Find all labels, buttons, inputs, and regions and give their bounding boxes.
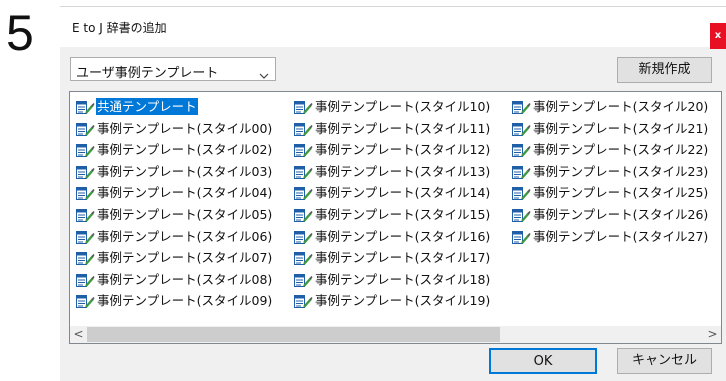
- dictionary-edit-icon: [76, 251, 95, 270]
- template-list[interactable]: 共通テンプレート事例テンプレート(スタイル00) 事例テンプレート(スタイル02)…: [69, 91, 722, 344]
- dictionary-edit-icon: [76, 294, 95, 313]
- dictionary-edit-icon: [76, 165, 95, 184]
- list-item-label: 事例テンプレート(スタイル13): [315, 163, 491, 179]
- list-item-label: 事例テンプレート(スタイル23): [533, 163, 709, 179]
- dictionary-edit-icon: [512, 186, 531, 205]
- dictionary-edit-icon: [512, 122, 531, 141]
- dictionary-edit-icon: [512, 208, 531, 227]
- step-number: 5: [6, 5, 34, 61]
- list-item-label: 事例テンプレート(スタイル20): [533, 99, 709, 114]
- dictionary-edit-icon: [76, 186, 95, 205]
- dictionary-edit-icon: [294, 251, 313, 270]
- dictionary-edit-icon: [76, 273, 95, 292]
- list-item-label: 事例テンプレート(スタイル03): [97, 163, 273, 179]
- dictionary-edit-icon: [512, 100, 531, 119]
- dictionary-edit-icon: [294, 294, 313, 313]
- dictionary-edit-icon: [512, 143, 531, 162]
- list-item-label: 事例テンプレート(スタイル06): [97, 228, 273, 244]
- list-item-label: 事例テンプレート(スタイル11): [315, 120, 491, 136]
- dictionary-edit-icon: [294, 273, 313, 292]
- list-item-label: 事例テンプレート(スタイル27): [533, 228, 709, 244]
- dictionary-edit-icon: [294, 143, 313, 162]
- scroll-right-arrow[interactable]: >: [704, 326, 721, 343]
- list-item-label: 事例テンプレート(スタイル17): [315, 250, 491, 266]
- list-item-label: 事例テンプレート(スタイル07): [97, 250, 273, 266]
- list-item-label: 事例テンプレート(スタイル15): [315, 206, 491, 222]
- list-item-label: 事例テンプレート(スタイル18): [315, 271, 491, 287]
- add-dictionary-dialog: E to J 辞書の追加 x ユーザ事例テンプレート 新規作成 共通テンプレート…: [60, 6, 726, 381]
- scrollbar-thumb[interactable]: [87, 327, 500, 342]
- cancel-button[interactable]: キャンセル: [617, 348, 712, 374]
- dictionary-edit-icon: [76, 122, 95, 141]
- list-item-label: 事例テンプレート(スタイル22): [533, 142, 709, 158]
- list-item-label: 事例テンプレート(スタイル02): [97, 142, 273, 158]
- close-icon: x: [714, 30, 722, 41]
- list-item-label: 事例テンプレート(スタイル12): [315, 142, 491, 158]
- list-item-label: 事例テンプレート(スタイル10): [315, 99, 491, 114]
- close-button[interactable]: x: [710, 23, 726, 49]
- list-item-label: 事例テンプレート(スタイル05): [97, 206, 273, 222]
- dictionary-edit-icon: [294, 230, 313, 249]
- list-item-label: 事例テンプレート(スタイル16): [315, 228, 491, 244]
- dictionary-edit-icon: [294, 100, 313, 119]
- list-item-label: 事例テンプレート(スタイル00): [97, 120, 273, 136]
- dictionary-edit-icon: [294, 186, 313, 205]
- dictionary-edit-icon: [512, 230, 531, 249]
- dialog-title: E to J 辞書の追加: [72, 21, 167, 35]
- list-item-label: 事例テンプレート(スタイル09): [97, 293, 273, 309]
- list-item-label: 事例テンプレート(スタイル19): [315, 293, 491, 309]
- ok-button[interactable]: OK: [489, 348, 597, 374]
- list-item-label: 事例テンプレート(スタイル04): [97, 185, 273, 201]
- new-template-button[interactable]: 新規作成: [617, 57, 712, 83]
- template-type-select[interactable]: ユーザ事例テンプレート: [70, 57, 276, 81]
- list-item-label: 事例テンプレート(スタイル14): [315, 185, 491, 201]
- chevron-down-icon: [259, 65, 269, 84]
- dictionary-edit-icon: [294, 122, 313, 141]
- template-type-value: ユーザ事例テンプレート: [76, 66, 219, 81]
- dictionary-edit-icon: [294, 208, 313, 227]
- title-bar: E to J 辞書の追加 x: [60, 7, 726, 49]
- dictionary-edit-icon: [76, 100, 95, 119]
- horizontal-scrollbar[interactable]: < >: [70, 326, 721, 343]
- dictionary-edit-icon: [76, 208, 95, 227]
- dictionary-edit-icon: [76, 143, 95, 162]
- dictionary-edit-icon: [76, 230, 95, 249]
- scroll-left-arrow[interactable]: <: [70, 326, 87, 343]
- dictionary-edit-icon: [294, 165, 313, 184]
- list-item-label: 事例テンプレート(スタイル25): [533, 185, 709, 201]
- list-item-label: 事例テンプレート(スタイル21): [533, 120, 709, 136]
- list-item-label: 事例テンプレート(スタイル26): [533, 206, 709, 222]
- list-item-label: 事例テンプレート(スタイル08): [97, 271, 273, 287]
- list-item-label: 共通テンプレート: [96, 98, 198, 115]
- dictionary-edit-icon: [512, 165, 531, 184]
